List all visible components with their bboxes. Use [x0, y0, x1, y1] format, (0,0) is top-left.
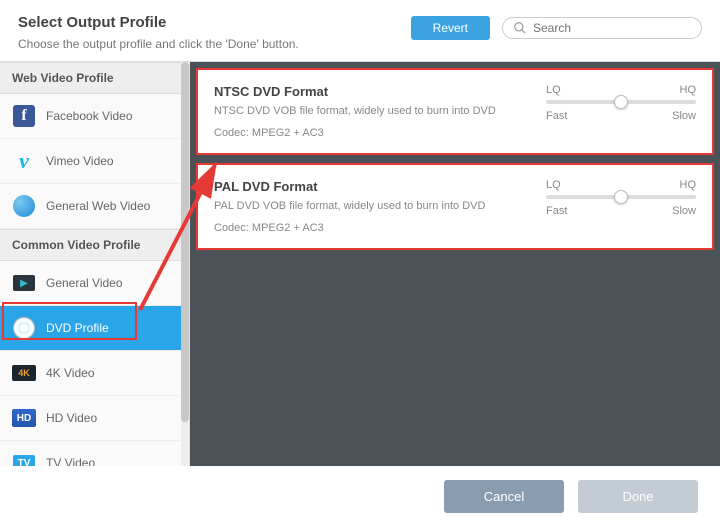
fast-label: Fast [546, 110, 567, 122]
format-codec: Codec: MPEG2 + AC3 [214, 222, 536, 234]
sidebar-scrollbar[interactable] [181, 62, 189, 466]
revert-button[interactable]: Revert [411, 16, 490, 40]
scrollbar-thumb[interactable] [181, 62, 189, 422]
format-desc: PAL DVD VOB file format, widely used to … [214, 200, 536, 212]
cancel-button[interactable]: Cancel [444, 480, 564, 513]
sidebar-item-tv[interactable]: TV TV Video [0, 441, 189, 466]
slow-label: Slow [672, 110, 696, 122]
facebook-icon: f [12, 104, 36, 128]
sidebar-item-label: Vimeo Video [46, 154, 114, 168]
fast-label: Fast [546, 205, 567, 217]
hd-icon: HD [12, 406, 36, 430]
lq-label: LQ [546, 179, 561, 191]
sidebar-item-general-video[interactable]: ▶ General Video [0, 261, 189, 306]
hq-label: HQ [680, 84, 697, 96]
dialog-footer: Cancel Done [0, 466, 720, 527]
sidebar-item-label: Facebook Video [46, 109, 133, 123]
content-panel: NTSC DVD Format NTSC DVD VOB file format… [190, 62, 720, 466]
sidebar-item-hd[interactable]: HD HD Video [0, 396, 189, 441]
slow-label: Slow [672, 205, 696, 217]
sidebar-item-label: DVD Profile [46, 321, 109, 335]
format-ntsc[interactable]: NTSC DVD Format NTSC DVD VOB file format… [196, 68, 714, 155]
slider-thumb[interactable] [614, 190, 628, 204]
section-web-video: Web Video Profile [0, 62, 189, 94]
sidebar-item-label: General Video [46, 276, 123, 290]
search-input[interactable] [533, 21, 691, 35]
dialog-header: Select Output Profile Choose the output … [0, 0, 720, 61]
format-codec: Codec: MPEG2 + AC3 [214, 127, 536, 139]
sidebar-item-label: General Web Video [46, 199, 150, 213]
sidebar-item-label: 4K Video [46, 366, 95, 380]
disc-icon [12, 316, 36, 340]
sidebar-item-facebook[interactable]: f Facebook Video [0, 94, 189, 139]
quality-slider[interactable] [546, 195, 696, 199]
fourk-icon: 4K [12, 361, 36, 385]
hq-label: HQ [680, 179, 697, 191]
lq-label: LQ [546, 84, 561, 96]
section-common-video: Common Video Profile [0, 229, 189, 261]
globe-icon [12, 194, 36, 218]
search-field[interactable] [502, 17, 702, 39]
page-subtitle: Choose the output profile and click the … [18, 37, 411, 51]
sidebar-item-4k[interactable]: 4K 4K Video [0, 351, 189, 396]
slider-thumb[interactable] [614, 95, 628, 109]
sidebar-item-dvd-profile[interactable]: DVD Profile [0, 306, 189, 351]
screen-icon: ▶ [12, 271, 36, 295]
done-button[interactable]: Done [578, 480, 698, 513]
tv-icon: TV [12, 451, 36, 466]
page-title: Select Output Profile [18, 14, 411, 31]
sidebar-item-label: TV Video [46, 456, 95, 466]
sidebar: Web Video Profile f Facebook Video v Vim… [0, 62, 190, 466]
sidebar-item-general-web[interactable]: General Web Video [0, 184, 189, 229]
format-title: NTSC DVD Format [214, 84, 536, 99]
format-title: PAL DVD Format [214, 179, 536, 194]
sidebar-item-label: HD Video [46, 411, 97, 425]
vimeo-icon: v [12, 149, 36, 173]
format-pal[interactable]: PAL DVD Format PAL DVD VOB file format, … [196, 163, 714, 250]
search-icon [513, 21, 527, 35]
sidebar-item-vimeo[interactable]: v Vimeo Video [0, 139, 189, 184]
quality-slider[interactable] [546, 100, 696, 104]
format-desc: NTSC DVD VOB file format, widely used to… [214, 105, 536, 117]
